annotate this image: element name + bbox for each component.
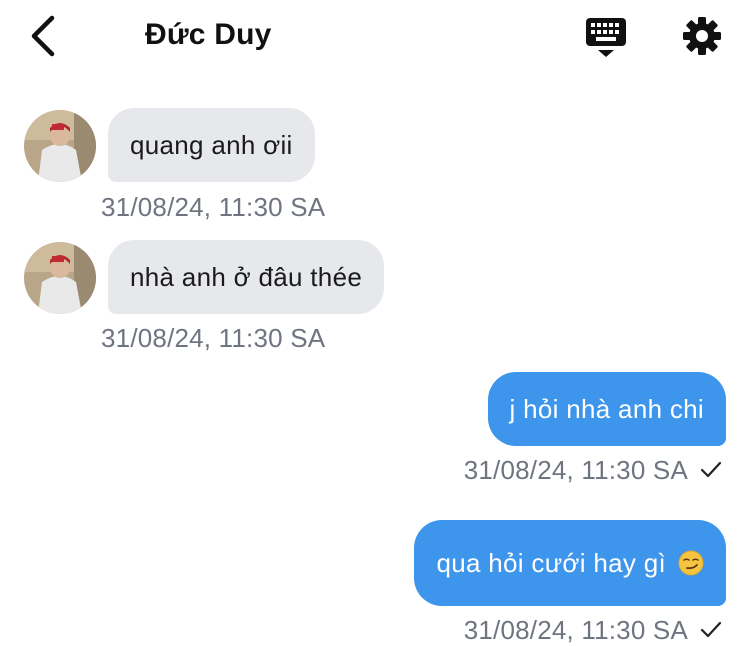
message-text: j hỏi nhà anh chi xyxy=(509,394,704,424)
contact-name[interactable]: Đức Duy xyxy=(145,18,271,52)
check-icon xyxy=(700,461,722,478)
message-bubble-outgoing[interactable]: qua hỏi cưới hay gì xyxy=(414,520,726,606)
contact-avatar[interactable] xyxy=(24,110,96,182)
contact-avatar[interactable] xyxy=(24,242,96,314)
settings-button[interactable] xyxy=(682,16,722,56)
chat-screen: Đức Duy quang anh ơii 31/08/24, 11:30 SA… xyxy=(0,0,750,646)
smirk-emoji-icon xyxy=(678,550,704,576)
message-text: qua hỏi cưới hay gì xyxy=(436,548,666,578)
message-text: nhà anh ở đâu thée xyxy=(130,262,363,292)
message-bubble-incoming[interactable]: quang anh ơii xyxy=(108,108,315,182)
chat-header: Đức Duy xyxy=(0,0,750,76)
message-timestamp: 31/08/24, 11:30 SA xyxy=(101,192,326,222)
message-text: quang anh ơii xyxy=(130,130,293,160)
back-button[interactable] xyxy=(26,14,62,58)
message-bubble-incoming[interactable]: nhà anh ở đâu thée xyxy=(108,240,385,314)
message-timestamp: 31/08/24, 11:30 SA xyxy=(463,455,688,485)
message-timestamp: 31/08/24, 11:30 SA xyxy=(101,323,326,353)
chevron-left-icon xyxy=(31,15,55,57)
keyboard-icon xyxy=(586,18,626,57)
message-bubble-outgoing[interactable]: j hỏi nhà anh chi xyxy=(487,372,726,446)
gear-icon xyxy=(683,17,721,55)
avatar-photo xyxy=(24,242,96,314)
message-timestamp: 31/08/24, 11:30 SA xyxy=(463,615,688,645)
keyboard-button[interactable] xyxy=(584,16,628,60)
avatar-photo xyxy=(24,110,96,182)
check-icon xyxy=(700,621,722,638)
